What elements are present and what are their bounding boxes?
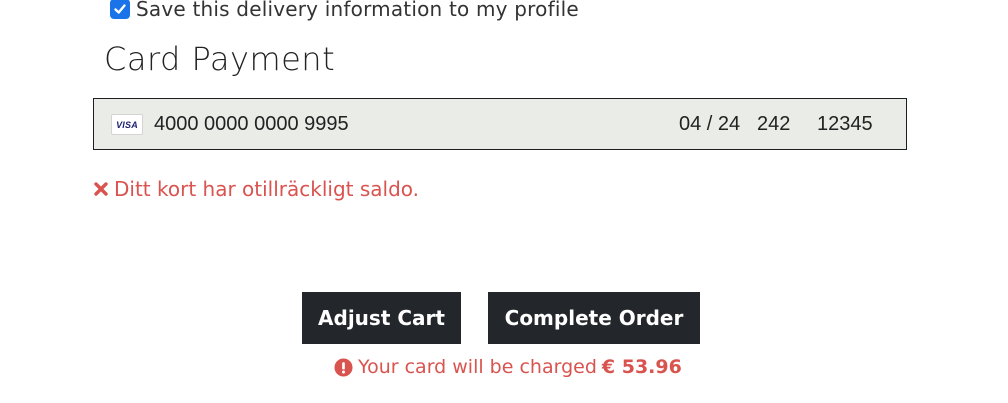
charge-notice-text: Your card will be charged (358, 356, 597, 378)
card-error-row: Ditt kort har otillräckligt saldo. (93, 177, 419, 201)
charge-notice: Your card will be charged € 53.96 (334, 356, 682, 378)
exclamation-circle-icon (334, 357, 353, 377)
card-cvc-input[interactable]: 242 (757, 113, 790, 136)
charge-amount: € 53.96 (601, 356, 682, 378)
checkout-page: Save this delivery information to my pro… (0, 0, 1008, 403)
save-delivery-row: Save this delivery information to my pro… (110, 0, 579, 21)
card-zip-input[interactable]: 12345 (817, 113, 873, 136)
card-payment-title: Card Payment (104, 40, 336, 78)
card-error-message: Ditt kort har otillräckligt saldo. (114, 177, 420, 201)
adjust-cart-button[interactable]: Adjust Cart (302, 292, 461, 344)
card-number-input[interactable]: 4000 0000 0000 9995 (154, 113, 349, 136)
complete-order-button[interactable]: Complete Order (488, 292, 700, 344)
visa-card-icon: VISA (111, 114, 143, 135)
close-x-icon (94, 182, 108, 196)
card-expiry-input[interactable]: 04 / 24 (679, 113, 740, 136)
save-delivery-label[interactable]: Save this delivery information to my pro… (136, 0, 579, 21)
save-delivery-checkbox[interactable] (110, 0, 130, 19)
card-input-field[interactable]: VISA 4000 0000 0000 9995 04 / 24 242 123… (93, 98, 907, 150)
checkmark-icon (114, 4, 126, 14)
